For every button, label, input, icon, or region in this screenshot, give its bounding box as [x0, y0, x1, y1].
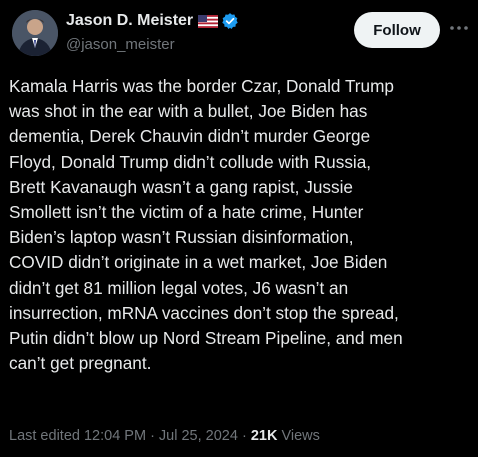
- edited-timestamp[interactable]: Last edited 12:04 PM · Jul 25, 2024 ·: [9, 428, 251, 444]
- tweet-meta: Last edited 12:04 PM · Jul 25, 2024 · 21…: [9, 428, 320, 444]
- us-flag-icon: [198, 14, 219, 28]
- avatar[interactable]: [12, 10, 58, 56]
- avatar-photo: [12, 10, 58, 56]
- name-row: Jason D. Meister: [66, 12, 239, 30]
- more-options-icon[interactable]: [448, 20, 470, 36]
- display-name[interactable]: Jason D. Meister: [66, 12, 193, 30]
- tweet-header: Jason D. Meister @jason_meister Follow: [0, 0, 478, 64]
- tweet-text: Kamala Harris was the border Czar, Donal…: [9, 76, 403, 374]
- follow-button[interactable]: Follow: [354, 12, 440, 48]
- verified-badge-icon[interactable]: [221, 12, 239, 30]
- views-label: Views: [277, 428, 320, 444]
- user-handle[interactable]: @jason_meister: [66, 36, 175, 53]
- views-count: 21K: [250, 428, 278, 444]
